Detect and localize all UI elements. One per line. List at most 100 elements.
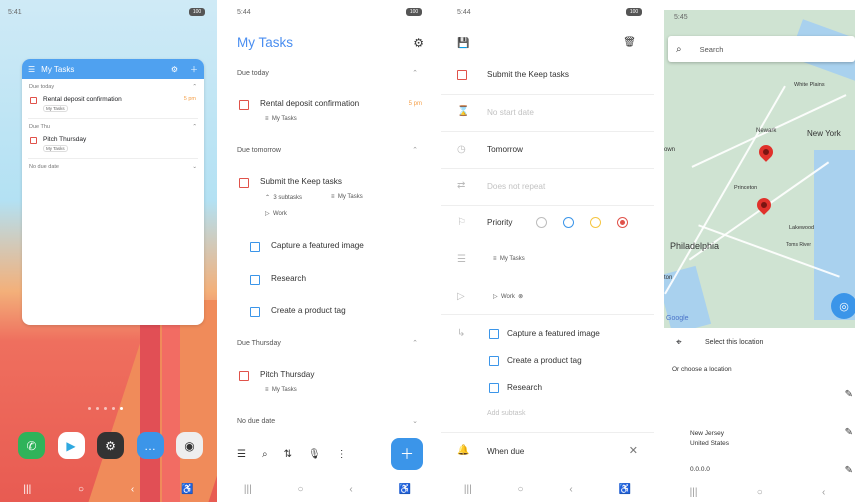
task-checkbox[interactable] — [30, 97, 37, 104]
menu-icon[interactable]: ☰ — [28, 65, 35, 74]
task-title[interactable]: Rental deposit confirmation — [260, 99, 359, 108]
section-header[interactable]: Due tomorrow — [237, 147, 281, 154]
list-chip[interactable]: ≡ My Tasks — [493, 256, 525, 262]
settings-icon[interactable]: ⚙ — [171, 65, 178, 74]
task-title[interactable]: Submit the Keep tasks — [260, 177, 342, 186]
chevron-up-icon[interactable]: ⌃ — [412, 146, 418, 154]
camera-icon[interactable]: ◉ — [176, 432, 203, 459]
my-location-button[interactable]: ◎ — [831, 293, 855, 319]
add-task-button[interactable]: ＋ — [391, 438, 423, 470]
task-checkbox[interactable] — [239, 100, 249, 110]
home-button[interactable]: ○ — [518, 484, 524, 495]
priority-high-radio[interactable] — [617, 217, 628, 228]
wallpaper-stripe — [140, 320, 160, 502]
subtask-title[interactable]: Research — [271, 274, 306, 283]
home-button[interactable]: ○ — [298, 484, 304, 495]
task-title-field[interactable]: Submit the Keep tasks — [487, 70, 569, 79]
sort-icon[interactable]: ⇅ — [284, 449, 292, 460]
chevron-down-icon: ⌄ — [192, 164, 197, 170]
due-date-field[interactable]: Tomorrow — [487, 145, 523, 154]
more-icon[interactable]: ⋮ — [337, 449, 347, 460]
subtask-checkbox[interactable] — [250, 275, 260, 285]
back-button[interactable]: ‹ — [569, 484, 572, 495]
priority-low-radio[interactable] — [563, 217, 574, 228]
priority-none-radio[interactable] — [536, 217, 547, 228]
list-item[interactable]: Pitch Thursday My Tasks — [22, 130, 204, 152]
divider — [441, 94, 654, 95]
wallpaper-stripe — [162, 320, 180, 502]
select-location-button[interactable]: Select this location — [705, 339, 763, 346]
map-label: Lakewood — [789, 225, 815, 231]
back-button[interactable]: ‹ — [131, 484, 134, 495]
subtask-checkbox[interactable] — [489, 356, 499, 366]
map-pin-icon[interactable] — [756, 142, 776, 162]
due-time: 5 pm — [408, 101, 422, 107]
messages-icon[interactable]: … — [136, 432, 164, 459]
home-button[interactable]: ○ — [757, 487, 763, 498]
section-header[interactable]: Due today ⌃ — [22, 79, 204, 90]
back-button[interactable]: ‹ — [822, 487, 825, 498]
search-input[interactable]: Search — [700, 45, 724, 54]
place-name[interactable]: New Jersey — [690, 430, 724, 437]
home-button[interactable]: ○ — [78, 484, 84, 495]
section-header[interactable]: Due Thu ⌃ — [22, 119, 204, 130]
play-store-icon[interactable]: ▶ — [57, 432, 85, 459]
settings-icon[interactable]: ⚙ — [413, 36, 424, 50]
add-subtask-field[interactable]: Add subtask — [487, 410, 526, 417]
search-bar[interactable]: ⌕ Search — [668, 36, 855, 62]
chevron-down-icon[interactable]: ⌄ — [412, 417, 418, 425]
add-icon[interactable]: ＋ — [190, 64, 198, 75]
map-label: Toms River — [786, 242, 812, 248]
recents-button[interactable]: ||| — [690, 487, 698, 498]
accessibility-icon[interactable]: ♿ — [399, 484, 411, 495]
back-button[interactable]: ‹ — [349, 484, 352, 495]
recents-button[interactable]: ||| — [464, 484, 472, 495]
task-checkbox[interactable] — [239, 371, 249, 381]
section-header[interactable]: Due today — [237, 70, 269, 77]
edit-icon[interactable]: ✎ — [845, 389, 853, 400]
repeat-field[interactable]: Does not repeat — [487, 182, 545, 191]
widget-title[interactable]: My Tasks — [41, 65, 171, 74]
subtask-title[interactable]: Create a product tag — [507, 356, 582, 365]
subtask-checkbox[interactable] — [489, 329, 499, 339]
priority-medium-radio[interactable] — [590, 217, 601, 228]
task-checkbox[interactable] — [457, 70, 467, 80]
page-title[interactable]: My Tasks — [237, 35, 293, 50]
subtask-title[interactable]: Capture a featured image — [271, 241, 364, 250]
subtask-checkbox[interactable] — [250, 307, 260, 317]
subtask-checkbox[interactable] — [250, 242, 260, 252]
edit-icon[interactable]: ✎ — [845, 427, 853, 438]
edit-icon[interactable]: ✎ — [845, 465, 853, 476]
recents-button[interactable]: ||| — [23, 484, 31, 495]
section-header[interactable]: No due date — [237, 418, 275, 425]
tag-chip[interactable]: ▷ Work ⊗ — [493, 293, 523, 300]
place-coords[interactable]: 0.0.0.0 — [690, 466, 710, 473]
close-icon[interactable]: ✕ — [629, 444, 638, 457]
section-header[interactable]: No due date ⌄ — [22, 159, 204, 170]
subtask-title[interactable]: Research — [507, 383, 542, 392]
task-checkbox[interactable] — [239, 178, 249, 188]
task-title[interactable]: Pitch Thursday — [260, 370, 314, 379]
recents-button[interactable]: ||| — [244, 484, 252, 495]
search-icon[interactable]: ⌕ — [262, 449, 268, 460]
mic-icon[interactable]: 🎙 — [308, 449, 321, 460]
subtask-title[interactable]: Create a product tag — [271, 306, 346, 315]
settings-app-icon[interactable]: ⚙ — [97, 432, 124, 459]
accessibility-icon[interactable]: ♿ — [619, 484, 631, 495]
accessibility-icon[interactable]: ♿ — [181, 484, 193, 495]
start-date-field[interactable]: No start date — [487, 108, 534, 117]
section-header[interactable]: Due Thursday — [237, 340, 281, 347]
list-item[interactable]: Rental deposit confirmation My Tasks 5 p… — [22, 90, 204, 112]
delete-icon[interactable]: 🗑 — [623, 37, 636, 48]
subtask-checkbox[interactable] — [489, 383, 499, 393]
subtasks-toggle[interactable]: ⌃ 3 subtasks — [265, 194, 302, 201]
tasks-widget[interactable]: ☰ My Tasks ⚙ ＋ Due today ⌃ Rental deposit… — [22, 59, 204, 325]
chevron-up-icon[interactable]: ⌃ — [412, 69, 418, 77]
menu-icon[interactable]: ☰ — [237, 449, 246, 460]
save-icon[interactable]: 💾 — [457, 38, 469, 49]
task-checkbox[interactable] — [30, 137, 37, 144]
task-title: Rental deposit confirmation — [43, 96, 122, 103]
chevron-up-icon[interactable]: ⌃ — [412, 339, 418, 347]
phone-icon[interactable]: ✆ — [18, 432, 45, 459]
subtask-title[interactable]: Capture a featured image — [507, 329, 600, 338]
